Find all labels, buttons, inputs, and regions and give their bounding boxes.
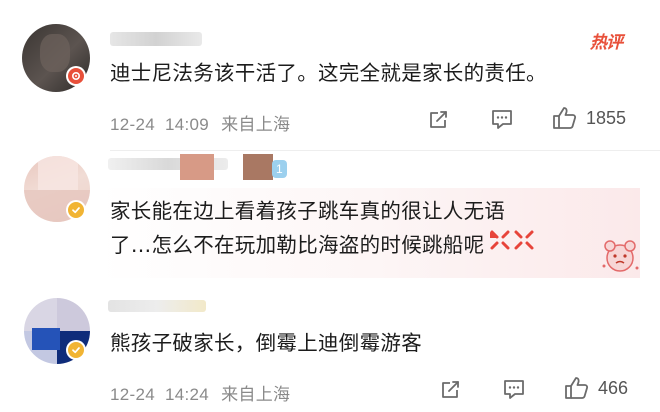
comment-text: 了…怎么不在玩加勒比海盗的时候跳船呢 [110, 233, 485, 257]
thumbs-up-icon [565, 377, 589, 399]
like-count: 466 [598, 377, 629, 398]
comment-time: 14:24 [165, 385, 210, 404]
comment-3: 熊孩子破家长，倒霉上迪倒霉游客 12-24 14:24 来自上海 466 [0, 290, 660, 412]
reply-button[interactable] [502, 378, 526, 400]
repost-icon [442, 381, 459, 398]
gear-icon [68, 68, 84, 84]
comment-meta: 12-24 14:24 来自上海 [110, 380, 290, 405]
reply-button[interactable] [490, 108, 514, 130]
thumbs-up-icon [553, 107, 577, 129]
comment-location: 来自上海 [221, 115, 291, 134]
comment-date: 12-24 [110, 115, 155, 134]
username-blurred[interactable] [110, 32, 202, 46]
repost-button[interactable] [440, 378, 462, 400]
username-blurred[interactable] [108, 300, 206, 312]
comment-location: 来自上海 [221, 385, 291, 404]
comment-icon [504, 380, 524, 399]
comment-1: 热评 迪士尼法务该干活了。这完全就是家长的责任。 12-24 14:09 来自上… [0, 0, 660, 150]
like-button[interactable]: 466 [564, 376, 628, 400]
user-badge [66, 66, 86, 86]
verified-icon [68, 202, 84, 218]
like-count: 1855 [586, 107, 627, 128]
comment-time: 14:09 [165, 115, 210, 134]
repost-button[interactable] [428, 108, 450, 130]
comment-meta: 12-24 14:09 来自上海 [110, 110, 290, 135]
verified-icon [68, 342, 84, 358]
repost-icon [430, 111, 447, 128]
member-level-number: 1 [276, 162, 283, 176]
comment-text: 熊孩子破家长，倒霉上迪倒霉游客 [110, 331, 422, 355]
anger-emoji-icon [488, 228, 536, 262]
like-button[interactable]: 1855 [552, 106, 626, 130]
decorative-bear-icon [598, 236, 642, 280]
comment-text: 迪士尼法务该干活了。这完全就是家长的责任。 [110, 61, 547, 85]
comment-2: 1 家长能在边上看着孩子跳车真的很让人无语 了…怎么不在玩加勒比海盗的时候跳船呢 [0, 150, 660, 290]
username-blurred-block [243, 154, 273, 180]
username-blurred-block [180, 154, 214, 180]
comment-text-line-1: 家长能在边上看着孩子跳车真的很让人无语 [110, 199, 506, 223]
user-badge [66, 200, 86, 220]
comment-text-line-2: 了…怎么不在玩加勒比海盗的时候跳船呢 [110, 228, 536, 262]
hot-comment-tag: 热评 [590, 33, 623, 53]
member-level-badge: 1 [272, 160, 287, 178]
user-badge [66, 340, 86, 360]
comment-date: 12-24 [110, 385, 155, 404]
comment-icon [492, 110, 512, 129]
